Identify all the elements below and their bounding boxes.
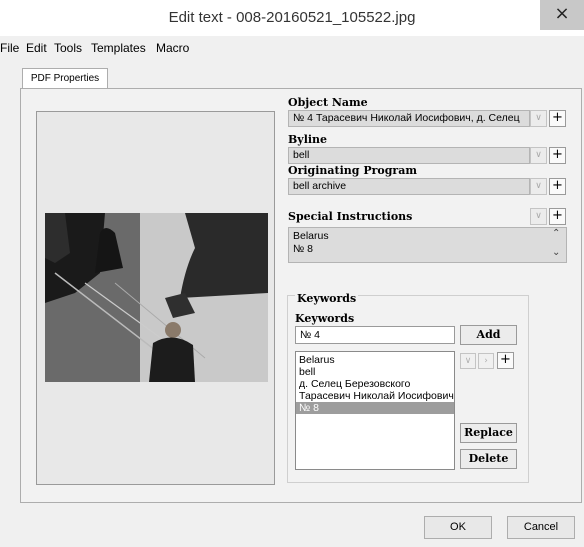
special-instructions-dropdown[interactable]: ∨ [530, 208, 547, 225]
byline-label: Byline [288, 133, 328, 146]
object-name-dropdown[interactable]: ∨ [530, 110, 547, 127]
menu-file[interactable]: File [0, 41, 19, 55]
scroll-up-icon[interactable]: ⌃ [552, 228, 560, 239]
chevron-down-icon: ∨ [535, 181, 542, 191]
originating-program-dropdown[interactable]: ∨ [530, 178, 547, 195]
object-name-field[interactable]: № 4 Тарасевич Николай Иосифович, д. Селе… [288, 110, 530, 127]
keywords-group-title: Keywords [295, 292, 359, 305]
menu-tools[interactable]: Tools [54, 41, 82, 55]
object-name-label: Object Name [288, 96, 368, 109]
chevron-down-icon: ∨ [535, 150, 542, 160]
byline-dropdown[interactable]: ∨ [530, 147, 547, 164]
chevron-right-icon: › [484, 356, 488, 366]
plus-icon: + [552, 208, 563, 223]
byline-field[interactable]: bell [288, 147, 530, 164]
menu-edit[interactable]: Edit [26, 41, 47, 55]
keyword-input[interactable]: № 4 [295, 326, 455, 344]
window-title: Edit text - 008-20160521_105522.jpg [168, 9, 416, 26]
list-item-selected[interactable]: № 8 [296, 402, 454, 414]
special-instructions-textarea[interactable]: Belarus № 8 [288, 227, 567, 263]
cancel-button[interactable]: Cancel [507, 516, 575, 539]
chevron-down-icon: ∨ [535, 113, 542, 123]
delete-keyword-button[interactable]: Delete [460, 449, 517, 469]
plus-icon: + [552, 147, 563, 162]
plus-icon: + [500, 352, 511, 367]
list-item[interactable]: д. Селец Березовского [296, 378, 454, 390]
ok-button[interactable]: OK [424, 516, 492, 539]
chevron-down-icon: ∨ [464, 356, 472, 366]
add-keyword-button[interactable]: Add [460, 325, 517, 345]
tab-pdf-properties[interactable]: PDF Properties [22, 68, 108, 89]
title-bar: Edit text - 008-20160521_105522.jpg × [0, 0, 584, 36]
keywords-list[interactable]: Belarus bell д. Селец Березовского Тарас… [295, 351, 455, 470]
chevron-down-icon: ∨ [535, 211, 542, 221]
close-button[interactable]: × [540, 0, 584, 30]
menu-bar: File Edit Tools Templates Macro [0, 39, 584, 59]
special-instructions-label: Special Instructions [288, 210, 413, 223]
menu-macro[interactable]: Macro [156, 41, 189, 55]
list-item[interactable]: Belarus [296, 354, 454, 366]
menu-templates[interactable]: Templates [91, 41, 146, 55]
move-right-button[interactable]: › [478, 353, 494, 369]
byline-add-button[interactable]: + [549, 147, 566, 164]
replace-keyword-button[interactable]: Replace [460, 423, 517, 443]
object-name-add-button[interactable]: + [549, 110, 566, 127]
move-down-button[interactable]: ∨ [460, 353, 476, 369]
list-item[interactable]: Тарасевич Николай Иосифович [296, 390, 454, 402]
image-preview [45, 213, 268, 382]
add-item-button[interactable]: + [497, 352, 514, 369]
plus-icon: + [552, 110, 563, 125]
list-item[interactable]: bell [296, 366, 454, 378]
special-instructions-line: № 8 [293, 243, 314, 255]
special-instructions-line: Belarus [293, 230, 329, 242]
originating-program-label: Originating Program [288, 164, 417, 177]
special-instructions-add-button[interactable]: + [549, 208, 566, 225]
plus-icon: + [552, 178, 563, 193]
originating-program-add-button[interactable]: + [549, 178, 566, 195]
keywords-label: Keywords [295, 312, 355, 325]
scroll-down-icon[interactable]: ⌄ [552, 247, 560, 258]
originating-program-field[interactable]: bell archive [288, 178, 530, 195]
